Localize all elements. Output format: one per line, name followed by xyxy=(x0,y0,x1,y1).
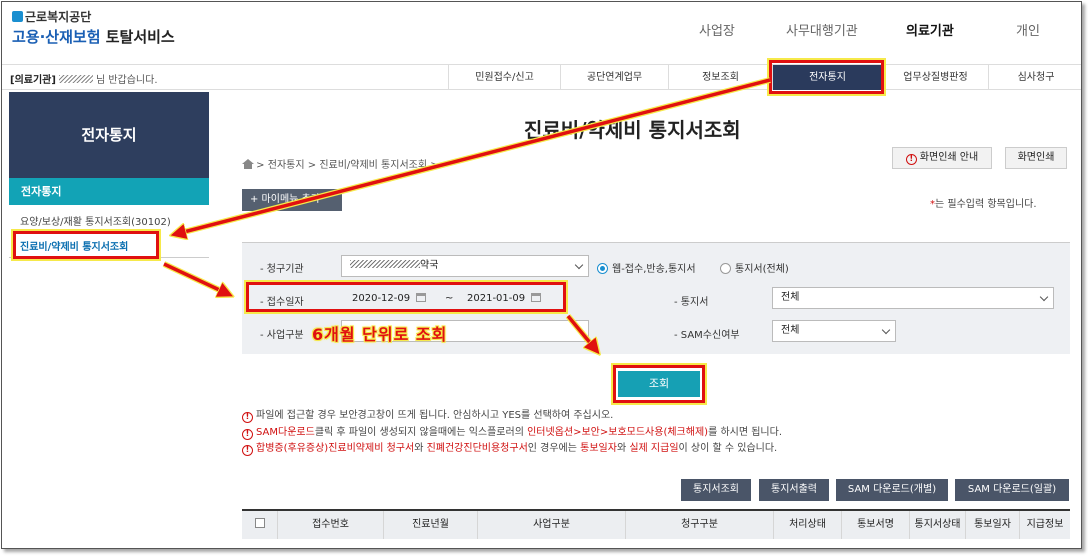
alert-icon: ! xyxy=(905,154,917,165)
chevron-down-icon xyxy=(574,260,584,270)
notice-type-select[interactable]: 전체 xyxy=(772,287,1054,309)
page-title: 진료비/약제비 통지서조회 xyxy=(524,118,741,142)
topnav-agency[interactable]: 사무대행기관 xyxy=(786,20,858,39)
chevron-down-icon xyxy=(1039,292,1049,302)
column-header: 사업구분 xyxy=(478,511,626,539)
subtab-info[interactable]: 정보조회 xyxy=(668,65,772,90)
date-separator: ~ xyxy=(445,293,454,304)
notice-security: ! 파일에 접근할 경우 보안경고창이 뜨게 됩니다. 안심하시고 YES를 선택… xyxy=(242,406,613,423)
radio-on-icon[interactable] xyxy=(597,263,608,274)
select-all-checkbox[interactable] xyxy=(242,511,278,539)
subtab-appeal[interactable]: 심사청구 xyxy=(988,65,1081,90)
notice-sam: ! SAM다운로드클릭 후 파일이 생성되지 않을때에는 익스플로러의 인터넷옵션… xyxy=(242,423,782,440)
sam-download-single-button[interactable]: SAM 다운로드(개별) xyxy=(836,479,948,501)
home-icon[interactable] xyxy=(242,159,254,169)
date-to-field[interactable]: 2021-01-09 xyxy=(467,293,542,304)
chevron-down-icon xyxy=(881,325,891,335)
sam-download-all-button[interactable]: SAM 다운로드(일괄) xyxy=(955,479,1069,501)
calendar-icon[interactable] xyxy=(416,293,427,302)
subtab-civil[interactable]: 민원접수/신고 xyxy=(448,65,560,90)
notice-type-label: - 통지서 xyxy=(674,297,709,308)
column-header: 접수번호 xyxy=(278,511,384,539)
sam-label: - SAM수신여부 xyxy=(674,330,740,341)
sidebar-divider xyxy=(9,257,209,258)
institution-label: - 청구기관 xyxy=(260,264,304,275)
arrow-sidebar-to-date xyxy=(162,261,230,297)
welcome-message: [의료기관] 님 반갑습니다. xyxy=(10,75,158,86)
topnav-business[interactable]: 사업장 xyxy=(699,20,735,39)
radio-off-icon[interactable] xyxy=(720,263,731,274)
org-logo[interactable]: 근로복지공단 xyxy=(12,8,91,25)
sam-select[interactable]: 전체 xyxy=(772,320,896,342)
column-header: 처리상태 xyxy=(774,511,842,539)
subtab-e-notice[interactable]: 전자통지 xyxy=(772,65,882,90)
logo-icon xyxy=(12,11,23,22)
sidebar-title: 전자통지 xyxy=(9,92,209,178)
print-button[interactable]: 화면인쇄 xyxy=(1005,147,1067,169)
column-header: 청구구분 xyxy=(626,511,774,539)
date-label: - 접수일자 xyxy=(260,297,304,308)
notice-query-button[interactable]: 통지서조회 xyxy=(681,479,751,501)
annotation-six-month: 6개월 단위로 조회 xyxy=(312,325,448,344)
sidebar-item-medical-fee-notice[interactable]: 진료비/약제비 통지서조회 xyxy=(20,238,128,253)
subtab-disease[interactable]: 업무상질병판정 xyxy=(882,65,988,90)
topnav-medical[interactable]: 의료기관 xyxy=(906,20,954,39)
column-header: 지급정보 xyxy=(1026,519,1064,530)
masked-name xyxy=(58,75,93,83)
service-logo[interactable]: 고용·산재보험 토탈서비스 xyxy=(12,26,175,47)
alert-icon: ! xyxy=(242,445,253,456)
column-header: 진료년월 xyxy=(384,511,478,539)
masked-institution xyxy=(350,260,420,268)
topnav-personal[interactable]: 개인 xyxy=(1016,20,1040,39)
radio-all[interactable]: 통지서(전체) xyxy=(720,260,789,275)
calendar-icon[interactable] xyxy=(531,293,542,302)
add-my-menu-button[interactable]: + 마이메뉴 추가 xyxy=(242,189,342,211)
print-guide-button[interactable]: ! 화면인쇄 안내 xyxy=(892,147,992,169)
institution-select[interactable]: 약국 xyxy=(341,255,589,277)
column-header: 통보서명 xyxy=(842,511,910,539)
arrow-sidebar-to-date xyxy=(163,262,228,294)
breadcrumb: > 전자통지 > 진료비/약제비 통지서조회 > xyxy=(242,156,439,171)
result-table-header: 접수번호 진료년월 사업구분 청구구분 처리상태 통보서명 통지서상태 통보일자… xyxy=(242,509,1070,539)
column-header: 통보일자 xyxy=(966,511,1020,539)
column-header: 통지서상태 xyxy=(910,511,966,539)
date-from-field[interactable]: 2020-12-09 xyxy=(352,293,427,304)
subtab-link[interactable]: 공단연계업무 xyxy=(560,65,668,90)
sidebar-section[interactable]: 전자통지 xyxy=(9,178,209,205)
sidebar-item-care-notice[interactable]: 요양/보상/재활 통지서조회(30102) xyxy=(20,213,171,228)
radio-web[interactable]: 웹-접수,반송,통지서 xyxy=(597,260,696,275)
notice-date-diff: ! 합병증(후유증상)진료비약제비 청구서와 진폐건강진단비용청구서인 경우에는 … xyxy=(242,439,777,456)
browser-frame: 근로복지공단 고용·산재보험 토탈서비스 사업장 사무대행기관 의료기관 개인 … xyxy=(1,1,1082,549)
biz-type-label: - 사업구분 xyxy=(260,330,304,341)
checkbox-icon[interactable] xyxy=(254,518,265,528)
alert-icon: ! xyxy=(242,412,253,423)
notice-print-button[interactable]: 통지서출력 xyxy=(759,479,829,501)
search-button[interactable]: 조회 xyxy=(618,371,700,397)
required-note: *는 필수입력 항목입니다. xyxy=(930,199,1037,210)
sub-navigation: [의료기관] 님 반갑습니다. 민원접수/신고 공단연계업무 정보조회 전자통지 … xyxy=(2,64,1081,90)
